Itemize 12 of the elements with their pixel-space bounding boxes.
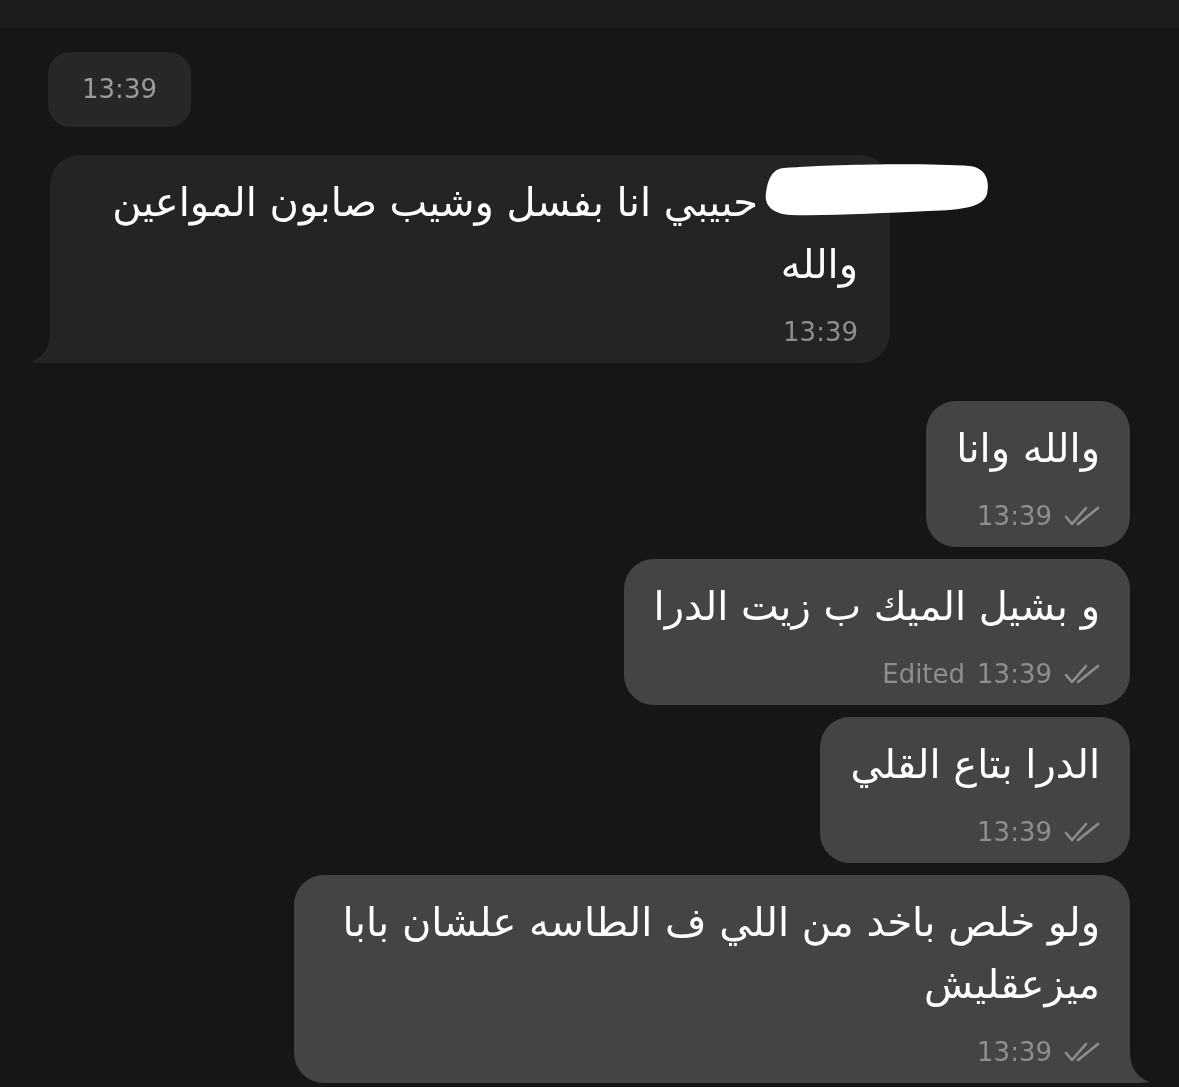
message-time: 13:39 [977, 657, 1052, 691]
message-time: 13:39 [783, 315, 858, 349]
message-text: ولو خلص باخد من اللي ف الطاسه علشان بابا ميزعقليش [341, 898, 1100, 1010]
time-divider: 13:39 [48, 52, 191, 127]
message-time: 13:39 [977, 1035, 1052, 1069]
message-text: الدرا بتاع القلي [850, 740, 1100, 790]
message-text: و بشيل الميك ب زيت الدرا [653, 582, 1100, 632]
message-text: حبيبي انا بفسل وشيب صابون المواعين والله [111, 178, 858, 290]
message-text: والله وانا [956, 424, 1100, 474]
edited-label: Edited [882, 657, 966, 691]
message-time: 13:39 [977, 499, 1052, 533]
message-time: 13:39 [977, 815, 1052, 849]
